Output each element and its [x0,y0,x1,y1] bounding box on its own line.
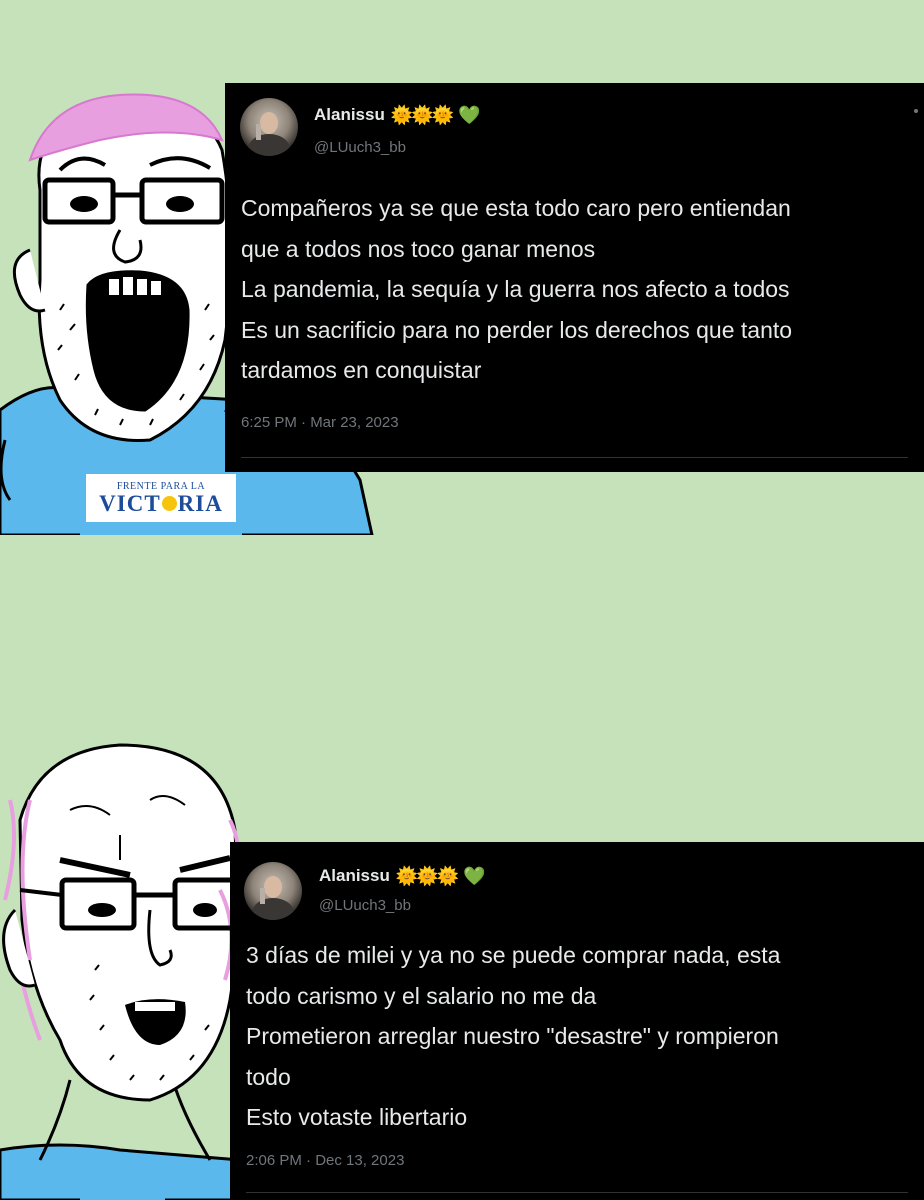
tweet-line: Compañeros ya se que esta todo caro pero… [241,195,791,221]
tweet-text: 3 días de milei y ya no se puede comprar… [246,935,780,1138]
tweet-card-2: Alanissu 🌞🌞🌞 💚 @LUuch3_bb 3 días de mile… [230,842,924,1200]
tweet-card-1: Alanissu 🌞🌞🌞 💚 @LUuch3_bb Compañeros ya … [225,83,924,472]
user-handle[interactable]: @LUuch3_bb [314,139,406,156]
divider [246,1192,908,1193]
tweet-line: Esto votaste libertario [246,1104,468,1130]
divider [241,457,908,458]
tweet-line: todo [246,1063,291,1090]
avatar[interactable] [240,98,298,156]
tweet-line: que a todos nos toco ganar menos [241,235,596,262]
tweet-text: Compañeros ya se que esta todo caro pero… [241,188,792,391]
sun-icon [161,495,177,511]
display-name[interactable]: Alanissu [314,105,385,125]
sun-emoji-icon: 🌞🌞🌞 [395,866,459,886]
tweet-timestamp[interactable]: 6:25 PM · Mar 23, 2023 [241,414,399,431]
soyjak-bottom-illustration [0,740,240,1200]
tweet-line: todo carismo y el salario no me da [246,982,597,1009]
tweet-line: 3 días de milei y ya no se puede comprar… [246,942,781,968]
tweet-line: tardamos en conquistar [241,357,482,383]
tweet-line: Es un sacrificio para no perder los dere… [241,316,793,343]
name-row: Alanissu 🌞🌞🌞 💚 [319,866,486,886]
green-heart-icon: 💚 [463,866,486,886]
green-heart-icon: 💚 [458,105,481,125]
tweet-line: La pandemia, la sequía y la guerra nos a… [241,276,790,302]
more-options-icon[interactable] [914,109,918,113]
frente-para-la-victoria-logo: FRENTE PARA LA VICT RIA [80,455,242,535]
display-name[interactable]: Alanissu [319,866,390,886]
user-handle[interactable]: @LUuch3_bb [319,897,411,914]
logo-title-left: VICT [99,490,161,516]
logo-title: VICT RIA [99,492,223,515]
avatar-body [252,898,294,920]
avatar-body [248,134,290,156]
avatar-face [260,112,278,134]
sun-emoji-icon: 🌞🌞🌞 [390,105,454,125]
avatar[interactable] [244,862,302,920]
avatar-mate [260,888,265,904]
tweet-line: Prometieron arreglar nuestro "desastre" … [246,1023,779,1049]
tweet-timestamp[interactable]: 2:06 PM · Dec 13, 2023 [246,1152,404,1169]
logo-subtitle: FRENTE PARA LA [116,480,206,492]
logo-fragment [80,1180,165,1200]
name-row: Alanissu 🌞🌞🌞 💚 [314,105,481,125]
logo-panel: FRENTE PARA LA VICT RIA [86,474,236,522]
logo-title-right: RIA [177,490,223,516]
avatar-face [264,876,282,898]
avatar-mate [256,124,261,140]
